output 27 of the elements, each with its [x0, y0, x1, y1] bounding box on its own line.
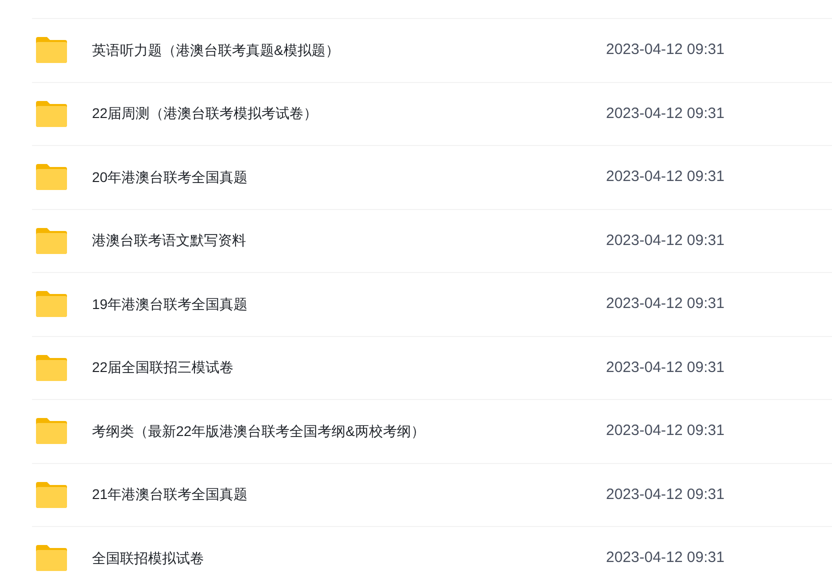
- modified-date: 2023-04-12 09:31: [606, 421, 724, 441]
- folder-name[interactable]: 22届周测（港澳台联考模拟考试卷）: [92, 103, 606, 124]
- folder-name[interactable]: 全国联招模拟试卷: [92, 548, 606, 569]
- modified-date: 2023-04-12 09:31: [606, 484, 724, 504]
- folder-icon: [36, 37, 67, 64]
- folder-name[interactable]: 21年港澳台联考全国真题: [92, 484, 606, 506]
- folder-icon: [36, 354, 67, 381]
- folder-icon: [36, 164, 67, 190]
- folder-icon: [36, 100, 67, 127]
- modified-date: 2023-04-12 09:31: [606, 230, 724, 250]
- folder-icon: [36, 482, 67, 508]
- folder-icon: [36, 228, 67, 254]
- folder-icon: [36, 418, 67, 444]
- modified-date: 2023-04-12 09:31: [606, 548, 724, 568]
- modified-date: 2023-04-12 09:31: [606, 358, 724, 378]
- modified-date: 2023-04-12 09:31: [606, 167, 724, 187]
- folder-name[interactable]: 20年港澳台联考全国真题: [92, 166, 606, 188]
- folder-icon: [36, 291, 67, 318]
- folder-name[interactable]: 考纲类（最新22年版港澳台联考全国考纲&两校考纲）: [92, 420, 606, 442]
- modified-date: 2023-04-12 09:31: [606, 104, 724, 124]
- folder-name[interactable]: 19年港澳台联考全国真题: [92, 294, 606, 315]
- modified-date: 2023-04-12 09:31: [606, 294, 724, 314]
- folder-name[interactable]: 22届全国联招三模试卷: [92, 357, 606, 378]
- folder-icon: [36, 545, 67, 572]
- folder-name[interactable]: 英语听力题（港澳台联考真题&模拟题）: [92, 40, 606, 61]
- modified-date: 2023-04-12 09:31: [606, 40, 724, 60]
- folder-name[interactable]: 港澳台联考语文默写资料: [92, 230, 606, 252]
